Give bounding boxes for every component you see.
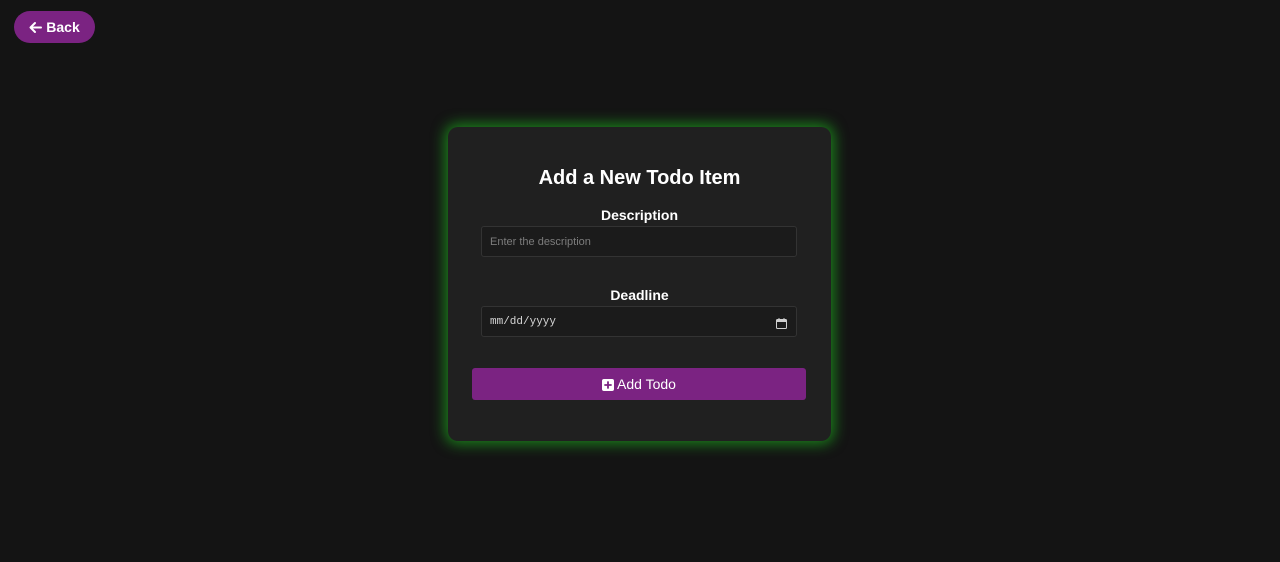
form-title: Add a New Todo Item [538,167,741,189]
add-todo-button-label: Add Todo [617,376,676,392]
deadline-label: Deadline [610,287,669,303]
plus-square-icon [602,378,615,391]
arrow-left-icon [29,21,43,34]
deadline-input[interactable]: mm/dd/yyyy [481,306,797,337]
back-button-label: Back [46,19,80,35]
description-input[interactable] [481,226,797,257]
deadline-date-text: mm/dd/yyyy [490,315,557,328]
description-label: Description [600,207,678,223]
calendar-icon[interactable] [776,316,787,329]
back-button[interactable]: Back [14,11,95,43]
add-todo-button[interactable]: Add Todo [472,368,806,400]
add-todo-card: Add a New Todo Item Description Deadline… [448,127,831,441]
